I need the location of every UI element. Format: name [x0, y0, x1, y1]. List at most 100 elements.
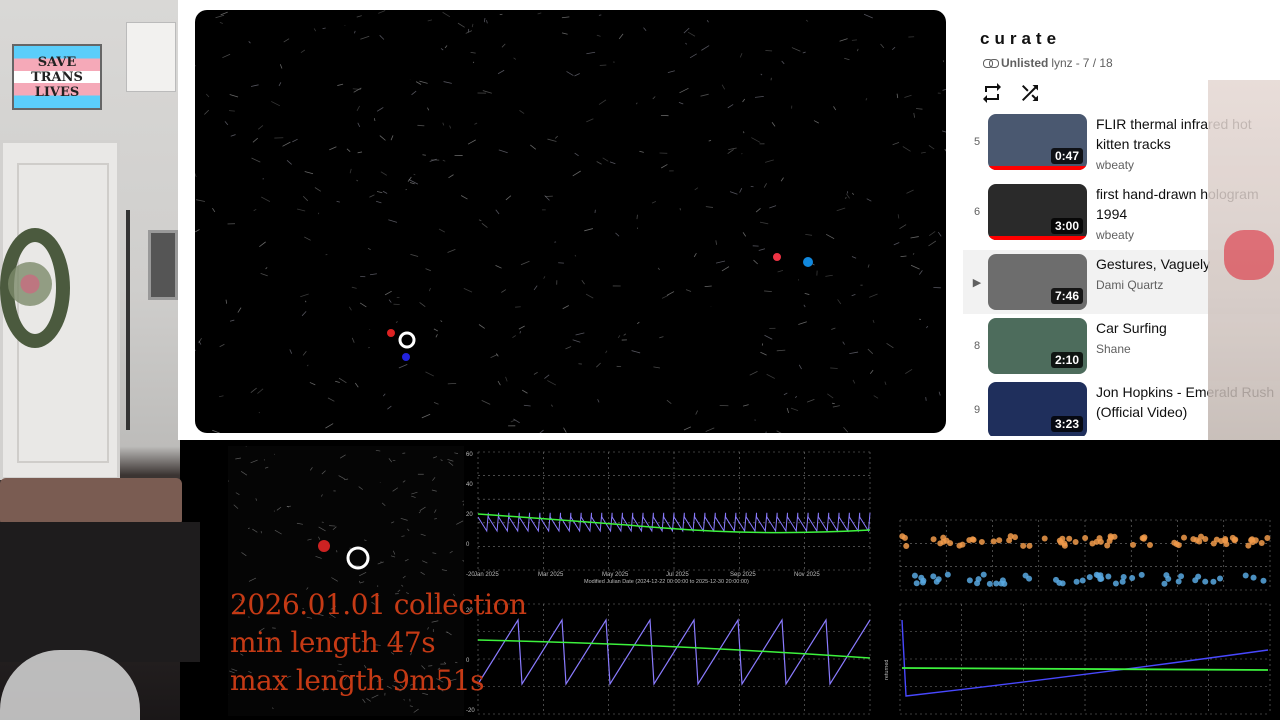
playlist-item-thumbnail[interactable]: 0:47	[988, 114, 1087, 170]
scatter-point-orange	[947, 540, 954, 547]
scatter-point-blue	[930, 573, 937, 580]
scatter-point-orange	[1082, 534, 1089, 541]
blue-light	[402, 353, 410, 361]
wreath-ornaments	[8, 262, 52, 306]
duration-badge: 7:46	[1050, 288, 1083, 304]
cable	[126, 210, 130, 430]
playlist-item-index: 5	[973, 136, 981, 148]
scatter-point-blue	[1022, 572, 1029, 579]
scatter-point-orange	[1041, 535, 1048, 542]
scatter-point-blue	[1161, 580, 1168, 587]
scatter-point-orange	[1026, 542, 1033, 549]
scatter-point-blue	[966, 577, 973, 584]
scatter-point-blue	[986, 580, 993, 587]
scatter-point-blue	[911, 572, 918, 579]
collection-caption: 2026.01.01 collection min length 47s max…	[230, 586, 527, 700]
video-frame	[195, 10, 946, 433]
playlist-visibility: Unlisted	[1001, 56, 1049, 70]
playlist-item-index: 8	[973, 340, 981, 352]
scatter-point-blue	[1138, 571, 1145, 578]
scatter-point-blue	[980, 571, 987, 578]
scatter-point-blue	[944, 571, 951, 578]
y-tick-label: 0	[466, 542, 470, 548]
sign-line-1: SAVE	[37, 54, 77, 70]
playlist-item-thumbnail[interactable]: 7:46	[988, 254, 1087, 310]
playlist-item-index: ▶	[972, 277, 982, 289]
link-icon	[983, 58, 999, 68]
shuffle-icon[interactable]	[1017, 80, 1043, 106]
scatter-point-orange	[1096, 535, 1103, 542]
duration-badge: 0:47	[1050, 148, 1083, 164]
scatter-point-orange	[1210, 540, 1217, 547]
y-tick-label: 60	[466, 452, 473, 458]
scatter-point-orange	[901, 534, 908, 541]
duration-badge: 3:23	[1050, 416, 1083, 432]
couch-back	[0, 478, 182, 526]
sign-line-3: LIVES	[34, 84, 80, 100]
playlist-title[interactable]: curate	[980, 29, 1061, 49]
playlist-item-thumbnail[interactable]: 3:00	[988, 184, 1087, 240]
scatter-point-blue	[1242, 572, 1249, 579]
scatter-point-orange	[1249, 536, 1256, 543]
scatter-point-orange	[1146, 542, 1153, 549]
scatter-point-blue	[1105, 573, 1112, 580]
scatter-point-blue	[1129, 575, 1136, 582]
sign-line-2: TRANS	[31, 69, 83, 85]
webcam-overlay-right	[1208, 80, 1280, 440]
loop-icon[interactable]	[979, 80, 1005, 106]
scatter-point-orange	[1089, 540, 1096, 547]
scatter-point-blue	[1093, 571, 1100, 578]
scatter-point-orange	[1059, 535, 1066, 542]
scatter-point-blue	[1163, 572, 1170, 579]
scatter-point-orange	[956, 542, 963, 549]
scatter-point-orange	[1245, 542, 1252, 549]
scatter-point-blue	[919, 579, 926, 586]
caption-line-2: min length 47s	[230, 626, 436, 659]
chart-panel-right: returned	[880, 444, 1280, 720]
wall-frame	[148, 230, 178, 300]
scatter-point-orange	[1104, 542, 1111, 549]
y-tick-label: 40	[466, 482, 473, 488]
scatter-point-orange	[1066, 535, 1073, 542]
x-tick-label: Nov 2025	[794, 572, 820, 578]
scatter-point-blue	[1192, 577, 1199, 584]
red-light-small	[318, 540, 330, 552]
x-axis-label: Modified Julian Date (2024-12-22 00:00:0…	[584, 579, 749, 585]
scatter-point-blue	[1202, 578, 1209, 585]
scatter-point-blue	[993, 580, 1000, 587]
video-player[interactable]	[195, 10, 946, 433]
scatter-point-orange	[1190, 536, 1197, 543]
scatter-point-blue	[1112, 580, 1119, 587]
y-axis-label: returned	[884, 660, 890, 681]
playlist-item-thumbnail[interactable]: 3:23	[988, 382, 1087, 436]
playlist-separator: -	[1075, 56, 1080, 70]
watched-progress-bar	[988, 166, 1087, 170]
scatter-point-blue	[1079, 577, 1086, 584]
scatter-point-blue	[1260, 577, 1267, 584]
couch-seat	[0, 522, 200, 662]
scatter-point-orange	[1181, 534, 1188, 541]
light-ring-small	[346, 546, 370, 570]
scatter-point-blue	[1178, 573, 1185, 580]
scatter-point-orange	[1130, 541, 1137, 548]
x-tick-label: Jan 2025	[474, 572, 499, 578]
y-tick-label: 20	[466, 512, 473, 518]
scatter-point-orange	[930, 536, 937, 543]
scatter-point-orange	[1007, 533, 1014, 540]
x-tick-label: Mar 2025	[538, 572, 564, 578]
playlist-meta: Unlisted lynz - 7 / 18	[983, 56, 1113, 70]
scatter-point-orange	[1196, 538, 1203, 545]
light-ring	[398, 331, 416, 349]
series-line-green-3	[901, 667, 1269, 671]
playlist-item-thumbnail[interactable]: 2:10	[988, 318, 1087, 374]
scatter-point-blue	[913, 580, 920, 587]
playlist-item-index: 9	[973, 404, 981, 416]
scatter-point-orange	[1222, 537, 1229, 544]
scatter-point-blue	[1210, 578, 1217, 585]
scatter-point-blue	[1250, 574, 1257, 581]
scatter-point-orange	[1072, 539, 1079, 546]
playlist-owner[interactable]: lynz	[1051, 56, 1072, 70]
scatter-point-orange	[903, 542, 910, 549]
webcam-room-background: SAVE TRANS LIVES	[0, 0, 200, 720]
scatter-point-orange	[1020, 542, 1027, 549]
